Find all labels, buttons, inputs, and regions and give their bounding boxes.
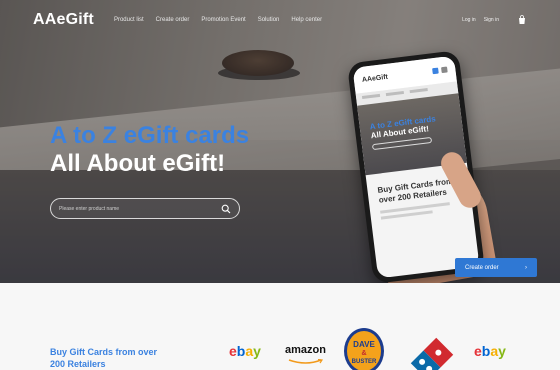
hero-title-line2: All About eGift! — [50, 150, 226, 177]
shopping-bag-icon[interactable] — [517, 15, 527, 25]
nav-links: Product list Create order Promotion Even… — [114, 17, 322, 23]
nav-link-help-center[interactable]: Help center — [291, 17, 322, 23]
svg-text:&: & — [361, 350, 366, 357]
hero-title-line1: A to Z eGift cards — [50, 122, 250, 149]
nav-link-product-list[interactable]: Product list — [114, 17, 144, 23]
retailers-title: Buy Gift Cards from over 200 Retailers — [50, 347, 158, 369]
hero-section: AAeGift Product list Create order Promot… — [0, 0, 560, 283]
hero-headline: A to Z eGift cards All About eGift! — [50, 122, 249, 178]
login-link[interactable]: Log in — [462, 17, 476, 23]
brand-logo-dave-and-busters[interactable]: DAVE & BUSTER — [343, 327, 385, 370]
page: AAeGift Product list Create order Promot… — [0, 0, 560, 370]
create-order-label: Create order — [465, 264, 499, 271]
phone-header-icons — [432, 66, 448, 75]
brand-logo-dominos[interactable] — [410, 337, 454, 370]
svg-text:BUSTER: BUSTER — [352, 359, 377, 365]
retailers-section: Buy Gift Cards from over 200 Retailers e… — [0, 283, 560, 370]
product-search — [50, 198, 240, 219]
brand-logo-ebay[interactable]: ebay — [474, 343, 506, 359]
search-input[interactable] — [59, 205, 221, 212]
nav-link-create-order[interactable]: Create order — [156, 17, 190, 23]
site-logo[interactable]: AAeGift — [33, 11, 94, 29]
arrow-right-icon: › — [525, 264, 527, 271]
brand-logo-ebay[interactable]: ebay — [229, 343, 261, 359]
nav-link-solution[interactable]: Solution — [258, 17, 280, 23]
svg-text:DAVE: DAVE — [353, 340, 375, 349]
amazon-smile-icon — [288, 359, 324, 364]
top-nav: AAeGift Product list Create order Promot… — [0, 0, 560, 40]
nav-account: Log in Sign in — [462, 15, 527, 25]
phone-logo: AAeGift — [361, 73, 389, 84]
search-icon[interactable] — [221, 204, 231, 214]
phone-user-icon — [441, 66, 448, 74]
signup-link[interactable]: Sign in — [484, 17, 499, 23]
phone-menu-icon — [432, 67, 439, 75]
brand-logo-amazon[interactable]: amazon — [285, 344, 326, 356]
create-order-button[interactable]: Create order › — [455, 258, 537, 277]
nav-link-promotion-event[interactable]: Promotion Event — [201, 17, 245, 23]
